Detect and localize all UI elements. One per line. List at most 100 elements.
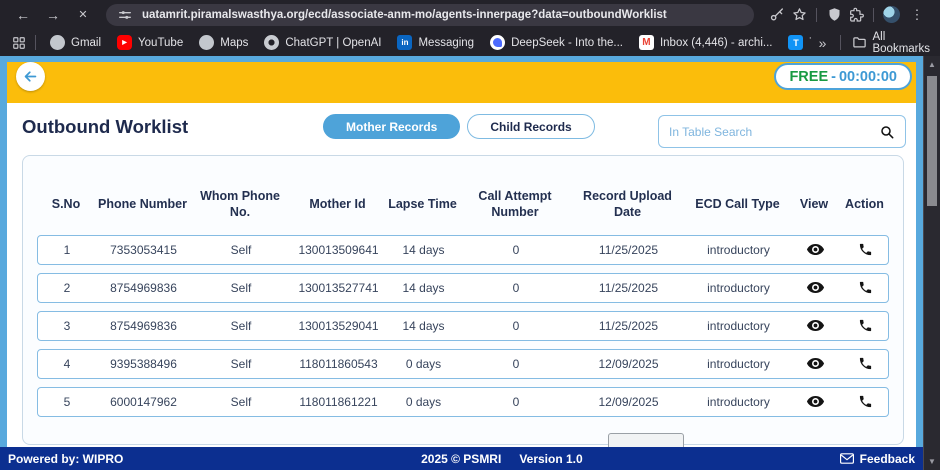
- worklist-table: S.NoPhone NumberWhom Phone No.Mother IdL…: [22, 155, 904, 445]
- chrome-menu-icon[interactable]: [904, 4, 930, 26]
- column-header: Action: [838, 196, 891, 212]
- eye-icon: [806, 240, 825, 259]
- timer-status: FREE: [789, 69, 828, 85]
- phone-icon: [858, 242, 873, 257]
- avatar: [883, 6, 900, 23]
- cell-ecd-call-type: introductory: [686, 319, 791, 333]
- bookmark-item[interactable]: YouTube: [110, 32, 190, 53]
- profile-avatar[interactable]: [882, 6, 900, 24]
- copyright-text: 2025 © PSMRI: [421, 452, 501, 466]
- cell-mother-id: 118011861221: [291, 395, 386, 409]
- timer-separator: -: [831, 69, 836, 85]
- all-bookmarks-label[interactable]: All Bookmarks: [872, 31, 930, 55]
- call-button[interactable]: [839, 394, 892, 409]
- password-key-icon[interactable]: [768, 6, 786, 24]
- view-button[interactable]: [791, 316, 839, 335]
- scroll-down-icon[interactable]: [924, 454, 940, 469]
- bookmarks-divider: [840, 35, 841, 50]
- bookmark-item[interactable]: DeepSeek - Into the...: [483, 32, 630, 53]
- cell-lapse-time: 14 days: [386, 243, 461, 257]
- cell-call-attempts: 0: [461, 319, 571, 333]
- table-header-row: S.NoPhone NumberWhom Phone No.Mother IdL…: [37, 188, 889, 221]
- feedback-button[interactable]: Feedback: [840, 452, 915, 466]
- cell-phone-number: 7353053415: [96, 243, 191, 257]
- table-row[interactable]: 3 8754969836 Self 130013529041 14 days 0…: [37, 311, 889, 341]
- bookmark-label: Inbox (4,446) - archi...: [660, 37, 773, 49]
- cell-call-attempts: 0: [461, 281, 571, 295]
- view-button[interactable]: [791, 354, 839, 373]
- browser-forward-icon[interactable]: [40, 4, 66, 26]
- cell-whom-phone: Self: [191, 357, 291, 371]
- cell-sno: 3: [38, 319, 96, 333]
- bookmarks-divider: [35, 35, 36, 50]
- deepseek-favicon: [490, 35, 505, 50]
- tab-mother-records[interactable]: Mother Records: [323, 114, 460, 139]
- tab-child-records[interactable]: Child Records: [467, 114, 594, 139]
- page-size-select[interactable]: [608, 433, 684, 447]
- scrollbar-thumb[interactable]: [927, 76, 937, 206]
- eye-icon: [806, 392, 825, 411]
- page-title: Outbound Worklist: [22, 116, 188, 138]
- globe-favicon: [50, 35, 65, 50]
- shield-extension-icon[interactable]: [825, 6, 843, 24]
- cell-phone-number: 9395388496: [96, 357, 191, 371]
- cell-call-attempts: 0: [461, 357, 571, 371]
- powered-by-text: Powered by: WIPRO: [8, 452, 123, 466]
- bookmark-item[interactable]: Messaging: [390, 32, 481, 53]
- scroll-up-icon[interactable]: [924, 57, 940, 72]
- bookmarks-overflow-icon[interactable]: [813, 34, 831, 52]
- apps-grid-icon[interactable]: [10, 34, 28, 52]
- phone-icon: [858, 356, 873, 371]
- view-button[interactable]: [791, 240, 839, 259]
- site-info-icon[interactable]: [116, 6, 134, 24]
- column-header: View: [790, 196, 838, 212]
- table-row[interactable]: 2 8754969836 Self 130013527741 14 days 0…: [37, 273, 889, 303]
- feedback-label: Feedback: [860, 452, 915, 466]
- extensions-puzzle-icon[interactable]: [847, 6, 865, 24]
- phone-icon: [858, 318, 873, 333]
- phone-icon: [858, 394, 873, 409]
- cell-upload-date: 11/25/2025: [571, 243, 686, 257]
- timer-value: 00:00:00: [839, 69, 897, 85]
- cell-whom-phone: Self: [191, 395, 291, 409]
- browser-close-icon[interactable]: [70, 4, 96, 26]
- bookmark-item[interactable]: ChatGPT | OpenAI: [257, 32, 388, 53]
- table-row[interactable]: 5 6000147962 Self 118011861221 0 days 0 …: [37, 387, 889, 417]
- call-button[interactable]: [839, 280, 892, 295]
- cell-lapse-time: 14 days: [386, 319, 461, 333]
- bookmark-item[interactable]: Gmail: [43, 32, 108, 53]
- cell-upload-date: 12/09/2025: [571, 395, 686, 409]
- cell-call-attempts: 0: [461, 243, 571, 257]
- view-button[interactable]: [791, 392, 839, 411]
- search-icon[interactable]: [879, 124, 895, 140]
- bookmarks-bar: Gmail YouTube Maps ChatGPT | OpenAI Mess…: [0, 29, 940, 56]
- search-input[interactable]: [669, 125, 879, 139]
- bookmark-item[interactable]: TeraBox - Free Clou...: [781, 32, 811, 53]
- column-header: Phone Number: [95, 196, 190, 212]
- call-button[interactable]: [839, 318, 892, 333]
- cell-sno: 1: [38, 243, 96, 257]
- cell-lapse-time: 0 days: [386, 395, 461, 409]
- table-row[interactable]: 1 7353053415 Self 130013509641 14 days 0…: [37, 235, 889, 265]
- bookmark-star-icon[interactable]: [790, 6, 808, 24]
- call-button[interactable]: [839, 356, 892, 371]
- bookmark-label: Messaging: [418, 37, 474, 49]
- bookmark-label: TeraBox - Free Clou...: [809, 37, 811, 49]
- bookmark-item[interactable]: Maps: [192, 32, 255, 53]
- cell-whom-phone: Self: [191, 243, 291, 257]
- view-button[interactable]: [791, 278, 839, 297]
- browser-back-icon[interactable]: [10, 4, 36, 26]
- call-button[interactable]: [839, 242, 892, 257]
- bookmark-item[interactable]: Inbox (4,446) - archi...: [632, 32, 780, 53]
- eye-icon: [806, 278, 825, 297]
- back-button[interactable]: [16, 62, 45, 91]
- folder-icon: [850, 34, 868, 52]
- column-header: ECD Call Type: [685, 196, 790, 212]
- address-bar[interactable]: uatamrit.piramalswasthya.org/ecd/associa…: [106, 4, 754, 26]
- page-scrollbar[interactable]: [923, 56, 940, 470]
- toolbar-divider: [816, 8, 817, 22]
- terabox-favicon: [788, 35, 803, 50]
- phone-icon: [858, 280, 873, 295]
- url-text: uatamrit.piramalswasthya.org/ecd/associa…: [142, 9, 744, 21]
- table-row[interactable]: 4 9395388496 Self 118011860543 0 days 0 …: [37, 349, 889, 379]
